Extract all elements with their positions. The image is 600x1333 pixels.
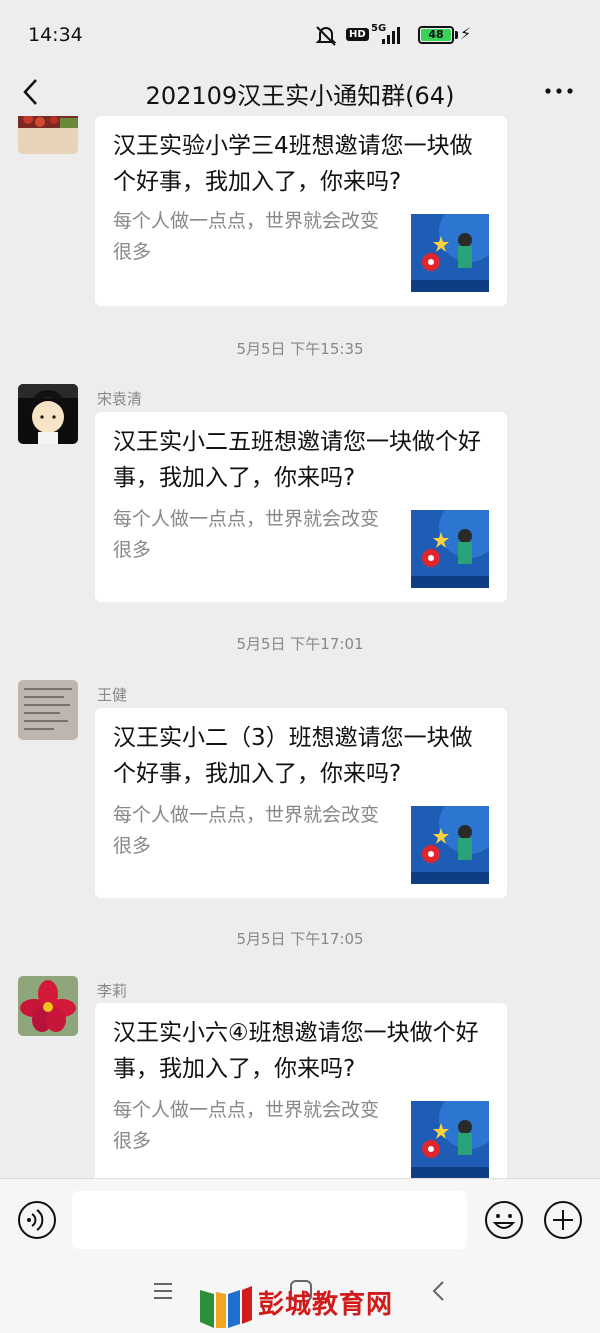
watermark-logo-icon bbox=[200, 1286, 252, 1328]
card-thumbnail bbox=[411, 214, 489, 292]
card-thumbnail bbox=[411, 806, 489, 884]
nav-back-icon[interactable] bbox=[428, 1278, 450, 1304]
menu-icon[interactable] bbox=[152, 1280, 174, 1302]
charging-icon: ⚡ bbox=[460, 24, 472, 43]
avatar-image bbox=[18, 976, 78, 1036]
sender-name: 李莉 bbox=[97, 982, 128, 1000]
sender-name: 宋袁清 bbox=[97, 390, 143, 408]
plus-icon[interactable] bbox=[543, 1200, 583, 1240]
message-card[interactable]: 汉王实小二五班想邀请您一块做个好事，我加入了，你来吗? 每个人做一点点，世界就会… bbox=[95, 412, 507, 602]
status-time: 14:34 bbox=[28, 24, 83, 46]
card-thumbnail-image bbox=[411, 214, 489, 292]
timestamp: 5月5日 下午17:05 bbox=[236, 930, 364, 948]
watermark: 彭城教育网 bbox=[196, 1280, 416, 1330]
card-title: 汉王实验小学三4班想邀请您一块做个好事，我加入了，你来吗? bbox=[113, 133, 473, 195]
battery-icon: 48 bbox=[418, 26, 454, 44]
card-thumbnail bbox=[411, 1101, 489, 1178]
sender-name: 王健 bbox=[97, 686, 128, 704]
avatar-image bbox=[18, 384, 78, 444]
signal-icon bbox=[382, 26, 400, 44]
avatar[interactable] bbox=[18, 976, 78, 1036]
avatar[interactable] bbox=[18, 680, 78, 740]
card-thumbnail-image bbox=[411, 806, 489, 884]
card-thumbnail bbox=[411, 510, 489, 588]
card-description: 每个人做一点点，世界就会改变很多 bbox=[113, 1099, 380, 1152]
card-title: 汉王实小二五班想邀请您一块做个好事，我加入了，你来吗? bbox=[113, 429, 481, 491]
card-title: 汉王实小六④班想邀请您一块做个好事，我加入了，你来吗? bbox=[113, 1020, 479, 1082]
timestamp: 5月5日 下午17:01 bbox=[236, 635, 364, 653]
battery-level: 48 bbox=[421, 29, 451, 41]
message-card[interactable]: 汉王实小二（3）班想邀请您一块做个好事，我加入了，你来吗? 每个人做一点点，世界… bbox=[95, 708, 507, 898]
message-input[interactable] bbox=[72, 1191, 467, 1249]
input-bar bbox=[0, 1178, 600, 1258]
avatar-image bbox=[18, 116, 78, 154]
system-nav-bar: 彭城教育网 bbox=[0, 1258, 600, 1333]
card-title: 汉王实小二（3）班想邀请您一块做个好事，我加入了，你来吗? bbox=[113, 725, 473, 787]
message-card[interactable]: 汉王实验小学三4班想邀请您一块做个好事，我加入了，你来吗? 每个人做一点点，世界… bbox=[95, 116, 507, 306]
more-icon[interactable] bbox=[542, 76, 576, 106]
message-card[interactable]: 汉王实小六④班想邀请您一块做个好事，我加入了，你来吗? 每个人做一点点，世界就会… bbox=[95, 1003, 507, 1178]
card-description: 每个人做一点点，世界就会改变很多 bbox=[113, 508, 380, 561]
card-description: 每个人做一点点，世界就会改变很多 bbox=[113, 210, 380, 263]
battery-cap bbox=[455, 31, 458, 39]
voice-icon[interactable] bbox=[17, 1200, 57, 1240]
chat-header: 202109汉王实小通知群(64) bbox=[0, 68, 600, 116]
card-description: 每个人做一点点，世界就会改变很多 bbox=[113, 804, 380, 857]
card-thumbnail-image bbox=[411, 1101, 489, 1178]
avatar[interactable] bbox=[18, 116, 78, 154]
chat-area[interactable]: 汉王实验小学三4班想邀请您一块做个好事，我加入了，你来吗? 每个人做一点点，世界… bbox=[0, 116, 600, 1178]
avatar-image bbox=[18, 680, 78, 740]
status-bar: 14:34 HD 5G 48 ⚡ bbox=[0, 0, 600, 68]
timestamp: 5月5日 下午15:35 bbox=[236, 340, 364, 358]
chat-title: 202109汉王实小通知群(64) bbox=[145, 82, 455, 110]
avatar[interactable] bbox=[18, 384, 78, 444]
card-thumbnail-image bbox=[411, 510, 489, 588]
mute-bell-icon bbox=[315, 26, 337, 46]
watermark-text: 彭城教育网 bbox=[258, 1290, 394, 1320]
hd-badge: HD bbox=[346, 28, 369, 41]
emoji-icon[interactable] bbox=[484, 1200, 524, 1240]
